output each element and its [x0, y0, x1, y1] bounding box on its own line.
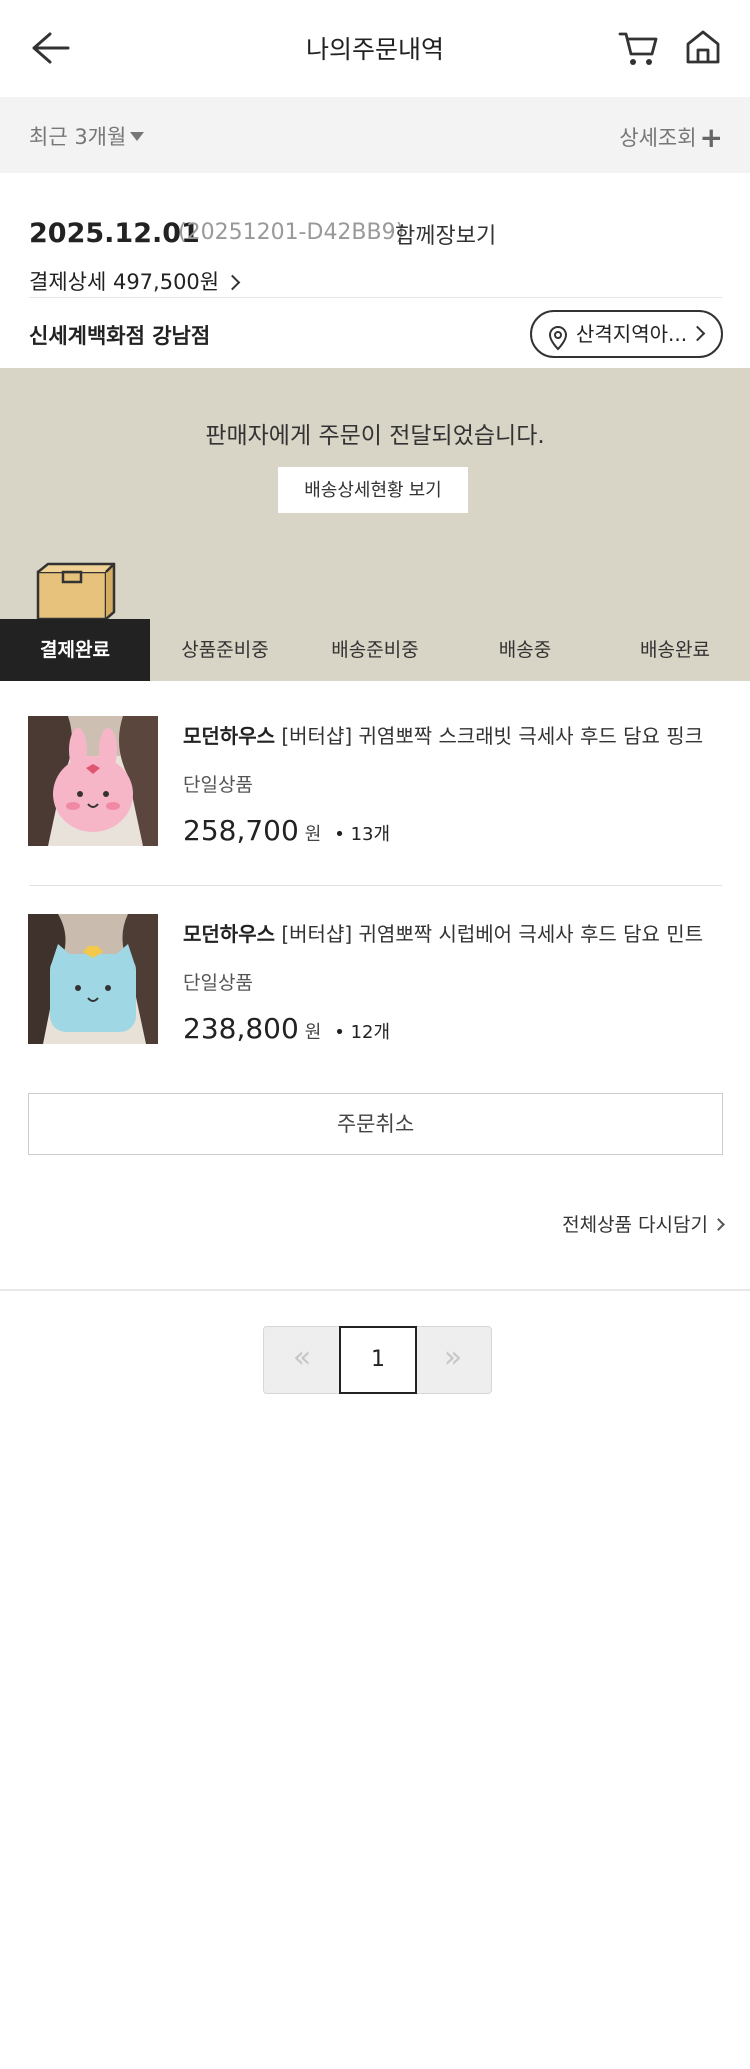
order-item[interactable]: 모던하우스 [버터샵] 귀염뽀짝 시럽베어 극세사 후드 담요 민트 단일상품 … — [0, 914, 750, 1045]
filter-bar: 최근 3개월 상세조회 + — [0, 97, 750, 173]
order-number: (20251201-D42BB9) — [178, 220, 405, 245]
payment-detail-label: 결제상세 497,500원 — [29, 270, 220, 294]
product-quantity: • 13개 — [334, 824, 391, 845]
divider — [29, 885, 722, 886]
period-label: 최근 3개월 — [29, 125, 127, 149]
delivery-region-label: 산격지역아... — [576, 322, 688, 346]
cart-icon[interactable] — [618, 28, 660, 68]
progress-step: 배송중 — [498, 639, 552, 661]
package-box-icon — [36, 562, 116, 621]
progress-step: 배송완료 — [640, 639, 710, 661]
together-shopping-label: 함께장보기 — [395, 224, 497, 249]
payment-detail-link[interactable]: 결제상세 497,500원 — [29, 266, 241, 296]
home-icon[interactable] — [684, 28, 722, 66]
cancel-order-button[interactable]: 주문취소 — [28, 1093, 723, 1155]
price-unit: 원 — [304, 824, 322, 845]
order-status-banner: 판매자에게 주문이 전달되었습니다. 배송상세현황 보기 — [0, 368, 750, 621]
status-message: 판매자에게 주문이 전달되었습니다. — [205, 423, 545, 449]
product-name[interactable]: 모던하우스 [버터샵] 귀염뽀짝 시럽베어 극세사 후드 담요 민트 — [183, 918, 728, 947]
detail-search-label: 상세조회 — [619, 126, 697, 150]
progress-step: 결제완료 — [0, 619, 150, 681]
pagination: « 1 » — [263, 1326, 492, 1394]
app-header: 나의주문내역 — [0, 0, 750, 97]
divider — [29, 297, 722, 298]
delivery-region-button[interactable]: 산격지역아... — [530, 310, 723, 358]
caret-down-icon — [130, 131, 145, 141]
location-pin-icon — [548, 322, 568, 351]
product-title: [버터샵] 귀염뽀짝 시럽베어 극세사 후드 담요 민트 — [281, 922, 704, 946]
price-unit: 원 — [304, 1022, 322, 1043]
price-value: 238,800 — [183, 1012, 299, 1045]
product-name[interactable]: 모던하우스 [버터샵] 귀염뽀짝 스크래빗 극세사 후드 담요 핑크 — [183, 720, 728, 749]
product-price: 238,800 원 • 12개 — [183, 1012, 390, 1045]
next-page-button[interactable]: » — [415, 1327, 491, 1393]
progress-step: 상품준비중 — [181, 639, 269, 661]
store-name: 신세계백화점 강남점 — [29, 324, 211, 348]
order-progress-steps: 결제완료 상품준비중 배송준비중 배송중 배송완료 — [0, 619, 750, 681]
recart-all-link[interactable]: 전체상품 다시담기 — [562, 1210, 725, 1237]
prev-page-button[interactable]: « — [264, 1327, 340, 1393]
product-option: 단일상품 — [183, 774, 253, 796]
product-option: 단일상품 — [183, 972, 253, 994]
product-title: [버터샵] 귀염뽀짝 스크래빗 극세사 후드 담요 핑크 — [281, 724, 704, 748]
product-brand: 모던하우스 — [183, 922, 275, 946]
recart-all-label: 전체상품 다시담기 — [562, 1214, 708, 1236]
plus-icon: + — [699, 121, 723, 154]
period-dropdown[interactable]: 최근 3개월 — [29, 121, 145, 151]
divider — [0, 1289, 750, 1291]
product-image[interactable] — [28, 914, 158, 1044]
order-date: 2025.12.01 — [29, 218, 200, 249]
current-page[interactable]: 1 — [339, 1326, 417, 1394]
price-value: 258,700 — [183, 814, 299, 847]
product-brand: 모던하우스 — [183, 724, 275, 748]
product-price: 258,700 원 • 13개 — [183, 814, 390, 847]
detail-search-button[interactable]: 상세조회 + — [619, 121, 723, 154]
product-image[interactable] — [28, 716, 158, 846]
chevron-right-icon — [224, 274, 241, 291]
product-quantity: • 12개 — [334, 1022, 391, 1043]
order-item[interactable]: 모던하우스 [버터샵] 귀염뽀짝 스크래빗 극세사 후드 담요 핑크 단일상품 … — [0, 716, 750, 847]
chevron-right-icon — [689, 325, 706, 342]
delivery-tracking-button[interactable]: 배송상세현황 보기 — [278, 467, 468, 513]
progress-step: 배송준비중 — [331, 639, 419, 661]
chevron-right-icon — [712, 1218, 725, 1231]
